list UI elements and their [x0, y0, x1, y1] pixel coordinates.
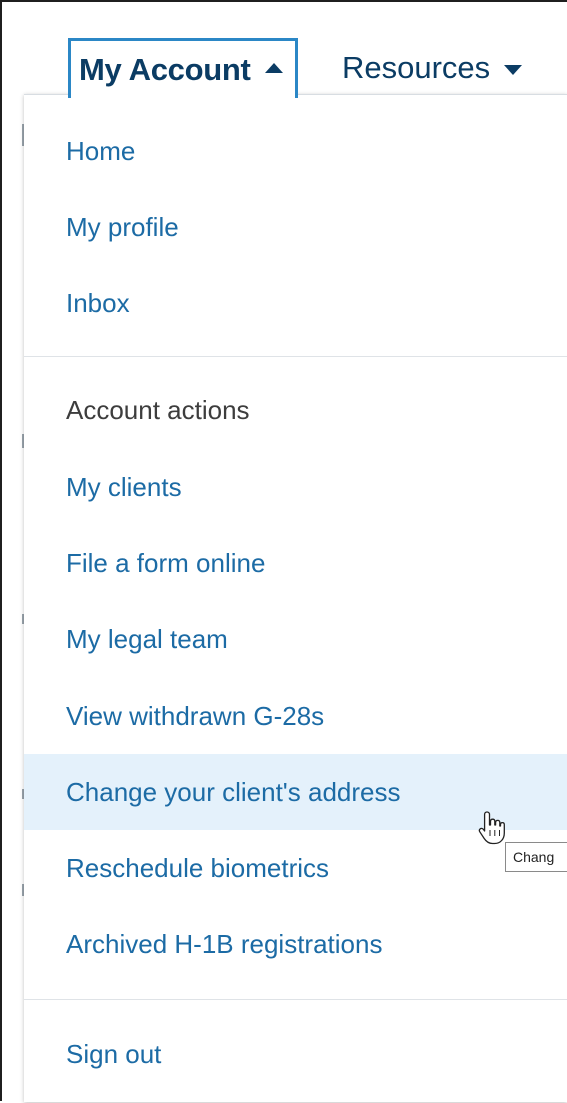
- menu-item-label: File a form online: [66, 547, 266, 578]
- menu-item-label: View withdrawn G-28s: [66, 700, 325, 731]
- menu-item-file-a-form-online[interactable]: File a form online: [24, 525, 567, 601]
- menu-item-label: My profile: [66, 211, 179, 242]
- menu-item-inbox[interactable]: Inbox: [24, 265, 567, 341]
- menu-item-home[interactable]: Home: [24, 113, 567, 189]
- section-heading-label: Account actions: [66, 394, 250, 425]
- menu-item-label: My clients: [66, 471, 182, 502]
- menu-item-my-legal-team[interactable]: My legal team: [24, 601, 567, 677]
- my-account-dropdown: Home My profile Inbox Account actions My…: [24, 94, 567, 1102]
- menu-item-label: Change your client's address: [66, 776, 401, 807]
- menu-divider: [24, 999, 567, 1000]
- account-actions-heading: Account actions: [24, 372, 567, 448]
- resources-label: Resources: [342, 50, 491, 85]
- menu-item-archived-h1b-registrations[interactable]: Archived H-1B registrations: [24, 906, 567, 982]
- menu-item-label: Archived H-1B registrations: [66, 928, 383, 959]
- my-account-label: My Account: [79, 51, 251, 87]
- menu-divider: [24, 356, 567, 357]
- menu-item-label: My legal team: [66, 623, 228, 654]
- background-page-edge: [4, 4, 26, 1103]
- link-tooltip: Chang: [505, 842, 567, 872]
- caret-down-icon: [504, 65, 523, 75]
- menu-item-label: Reschedule biometrics: [66, 852, 330, 883]
- resources-menu-button[interactable]: Resources: [342, 38, 542, 98]
- menu-item-sign-out[interactable]: Sign out: [24, 1016, 567, 1092]
- hand-pointer-icon: [478, 811, 505, 845]
- menu-item-my-clients[interactable]: My clients: [24, 449, 567, 525]
- menu-item-label: Sign out: [66, 1038, 162, 1069]
- caret-up-icon: [264, 62, 283, 73]
- menu-item-my-profile[interactable]: My profile: [24, 189, 567, 265]
- menu-item-label: Inbox: [66, 287, 130, 318]
- menu-item-label: Home: [66, 135, 136, 166]
- my-account-menu-button[interactable]: My Account: [68, 38, 298, 98]
- menu-item-view-withdrawn-g28s[interactable]: View withdrawn G-28s: [24, 678, 567, 754]
- top-navigation: My Account Resources: [24, 2, 567, 98]
